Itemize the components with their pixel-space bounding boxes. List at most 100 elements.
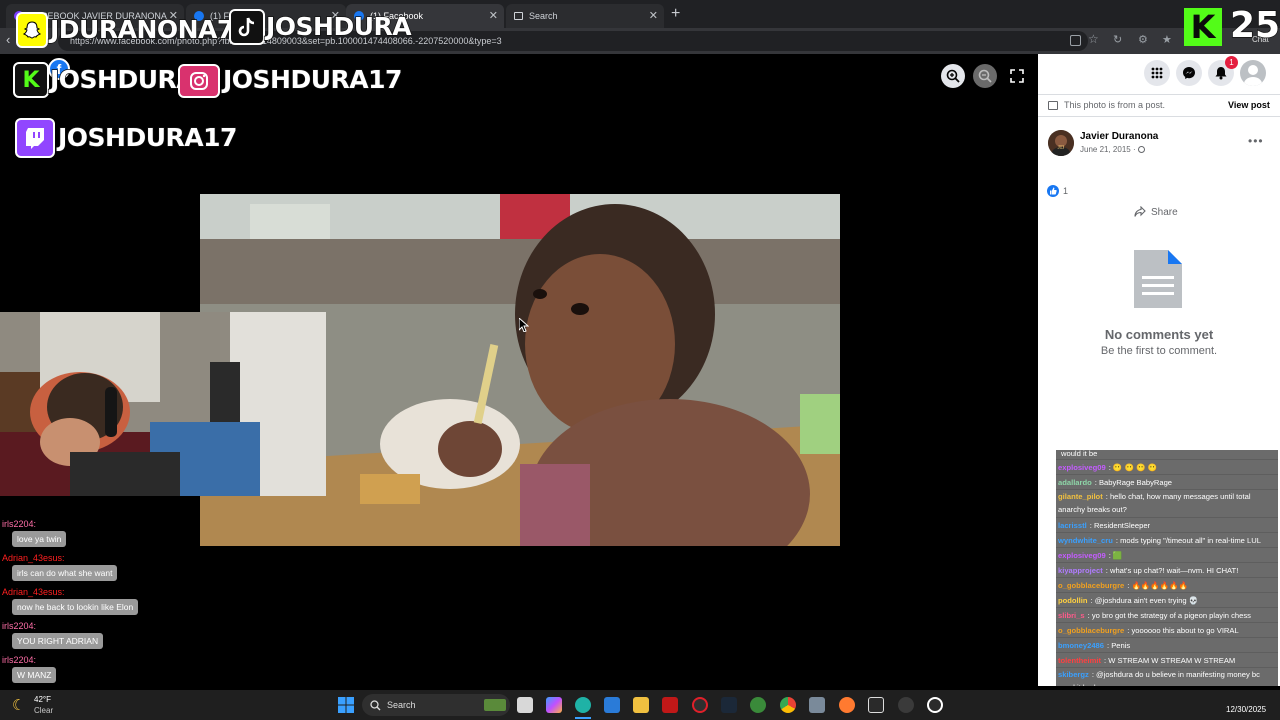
chat-username[interactable]: lacrisstl [1058, 521, 1087, 530]
chat-text: : BabyRage BabyRage [1094, 478, 1173, 487]
view-post-link[interactable]: View post [1228, 100, 1270, 110]
chat-text: : mods typing "/timeout all" in real-tim… [1115, 536, 1261, 545]
left-chat-message: Adrian_43esus: now he back to lookin like… [2, 587, 202, 621]
copilot-icon[interactable] [546, 697, 562, 713]
tab-search[interactable]: Search ✕ [506, 4, 664, 28]
photo-from-post-text: This photo is from a post. [1064, 100, 1166, 110]
messenger-button[interactable] [1176, 60, 1202, 86]
app-red-icon[interactable] [662, 697, 678, 713]
author-name[interactable]: Javier Duranona [1080, 131, 1158, 142]
chat-message: slibri_s: yo bro got the strategy of a p… [1056, 608, 1278, 623]
new-tab-button[interactable]: + [671, 5, 680, 23]
left-chat-bubble: W MANZ [12, 667, 57, 683]
obs-icon[interactable] [898, 697, 914, 713]
start-button[interactable] [338, 697, 354, 713]
tiktok-handle: JOSHDURA [265, 11, 412, 41]
share-label: Share [1151, 206, 1178, 218]
profile-icon [1244, 65, 1262, 86]
chat-username[interactable]: kiyapproject [1058, 566, 1103, 575]
edge-icon[interactable] [575, 697, 591, 713]
opera-icon[interactable] [692, 697, 708, 713]
reader-mode-icon[interactable] [1070, 35, 1081, 46]
chat-message: kiyapproject: what's up chat?! wait—nvm.… [1056, 563, 1278, 578]
share-button[interactable]: Share [1134, 206, 1178, 218]
zoom-out-button[interactable] [973, 64, 997, 88]
author-avatar[interactable]: JD [1048, 130, 1074, 156]
account-avatar[interactable] [1240, 60, 1266, 86]
menu-button[interactable] [1144, 60, 1170, 86]
chat-username[interactable]: wyndwhite_cru [1058, 536, 1113, 545]
weather-moon-icon: ☾ [12, 697, 26, 714]
chat-text: : @joshdura ain't even trying 💀 [1090, 596, 1199, 605]
chrome-icon[interactable] [780, 697, 796, 713]
chat-username[interactable]: explosiveg09 [1058, 551, 1106, 560]
chat-username[interactable]: podollin [1058, 596, 1088, 605]
messenger-icon [1183, 67, 1195, 79]
share-icon [1134, 206, 1146, 217]
webcam-overlay [0, 312, 326, 496]
tab-label: Search [529, 11, 558, 21]
taskbar-date[interactable]: 12/30/2025 [1226, 705, 1266, 714]
steam-icon[interactable] [721, 697, 737, 713]
chat-text: : what's up chat?! wait—nvm. HI CHAT! [1105, 566, 1239, 575]
chat-username[interactable]: tolentheimit [1058, 656, 1101, 665]
chat-username[interactable]: gilante_pilot [1058, 492, 1103, 501]
like-reaction-icon [1047, 185, 1059, 197]
grid-menu-icon [1151, 67, 1163, 79]
zoom-in-button[interactable] [941, 64, 965, 88]
star-icon[interactable]: ☆ [1088, 32, 1099, 46]
settings-icon[interactable] [809, 697, 825, 713]
back-arrow-icon[interactable]: ‹ [6, 32, 10, 47]
chat-text: : yo bro got the strategy of a pigeon pl… [1087, 611, 1251, 620]
firefox-icon[interactable] [839, 697, 855, 713]
kick-logo-icon: K [1184, 8, 1222, 46]
zoom-in-icon [946, 69, 960, 83]
left-chat-message: irls2204: love ya twin [2, 519, 202, 553]
chat-username[interactable]: explosiveg09 [1058, 463, 1106, 472]
chat-message: skibergz: @joshdura do u believe in mani… [1056, 668, 1278, 686]
file-explorer-icon[interactable] [633, 697, 649, 713]
webcam-feed [0, 312, 326, 496]
chat-username[interactable]: adallardo [1058, 478, 1092, 487]
zoom-out-icon [978, 69, 992, 83]
favorites-icon[interactable]: ★ [1162, 33, 1172, 46]
first-to-comment-text: Be the first to comment. [1100, 345, 1218, 357]
chat-username[interactable]: slibri_s [1058, 611, 1085, 620]
chat-username[interactable]: o_gobblaceburgre [1058, 626, 1124, 635]
media-player-icon[interactable] [927, 697, 943, 713]
taskbar-search-box[interactable]: Search [362, 694, 510, 716]
chat-message: wyndwhite_cru: mods typing "/timeout all… [1056, 533, 1278, 548]
post-date[interactable]: June 21, 2015 · [1080, 145, 1145, 154]
extensions-icon[interactable]: ⚙ [1138, 33, 1148, 46]
store-icon[interactable] [604, 697, 620, 713]
refresh-icon[interactable]: ↻ [1113, 33, 1122, 46]
left-chat-username: irls2204: [2, 621, 37, 631]
weather-desc: Clear [34, 706, 54, 715]
left-chat-bubble: YOU RIGHT ADRIAN [12, 633, 104, 649]
left-chat-bubble: love ya twin [12, 531, 67, 547]
like-count[interactable]: 1 [1063, 186, 1068, 196]
epic-games-icon[interactable] [868, 697, 884, 713]
chat-username[interactable]: o_gobblaceburgre [1058, 581, 1124, 590]
more-options-icon[interactable]: ••• [1248, 134, 1264, 148]
instagram-icon [178, 64, 220, 98]
chat-message: lacrisstl: ResidentSleeper [1056, 518, 1278, 533]
xbox-icon[interactable] [750, 697, 766, 713]
chat-username[interactable]: skibergz [1058, 670, 1089, 679]
kick-icon: K [13, 62, 49, 98]
left-chat-username: Adrian_43esus: [2, 553, 65, 563]
task-view-icon[interactable] [517, 697, 533, 713]
close-tab-icon[interactable]: ✕ [649, 9, 658, 22]
weather-temp[interactable]: 42°F [34, 695, 51, 704]
chat-message: tolentheimit: W STREAM W STREAM W STREAM [1056, 653, 1278, 668]
chat-username[interactable]: bmoney2486 [1058, 641, 1104, 650]
windows-taskbar: ☾ 42°F Clear Search 12/30/2025 [0, 690, 1280, 720]
post-date-text: June 21, 2015 [1080, 145, 1131, 154]
windows-logo-icon [338, 697, 354, 713]
chat-message: o_gobblaceburgre: 🔥🔥🔥🔥🔥🔥 [1056, 578, 1278, 593]
left-chat-username: irls2204: [2, 519, 37, 529]
globe-icon [1137, 146, 1145, 153]
fullscreen-button[interactable] [1010, 69, 1024, 88]
close-tab-icon[interactable]: ✕ [489, 9, 498, 22]
left-chat-bubble: now he back to lookin like Elon [12, 599, 139, 615]
